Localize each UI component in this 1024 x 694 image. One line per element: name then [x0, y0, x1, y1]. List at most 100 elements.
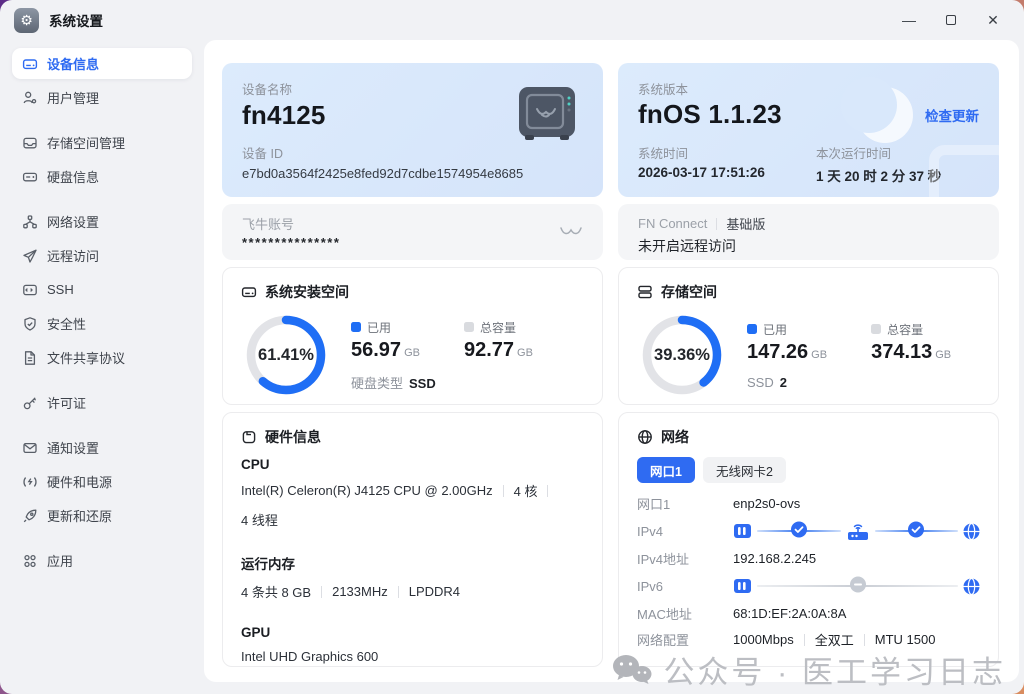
- divider: [716, 218, 717, 230]
- port-label: 网口1: [637, 494, 733, 513]
- mac-label: MAC地址: [637, 604, 733, 623]
- sidebar-item-label: 硬盘信息: [47, 167, 99, 186]
- minimize-button[interactable]: —: [888, 5, 930, 35]
- gear-app-icon: ⚙: [14, 8, 39, 33]
- sidebar-item-label: 设备信息: [47, 54, 99, 73]
- device-icon: [22, 56, 38, 72]
- fn-connect-status: 未开启远程访问: [638, 236, 979, 256]
- background-pattern: [929, 145, 999, 197]
- divider: [864, 634, 865, 646]
- tab-wireless2[interactable]: 无线网卡2: [703, 457, 786, 483]
- gpu-label: GPU: [241, 625, 584, 640]
- mac-value: 68:1D:EF:2A:0A:8A: [733, 606, 980, 621]
- memory-label: 运行内存: [241, 553, 584, 573]
- network-title: 网络: [661, 427, 689, 447]
- sidebar-item-label: 文件共享协议: [47, 348, 125, 367]
- storage-space-percent: 39.36%: [639, 312, 725, 398]
- total-legend: 总容量 92.77GB: [464, 319, 533, 362]
- divider: [547, 485, 548, 497]
- sidebar-item-file-sharing[interactable]: 文件共享协议: [12, 342, 192, 373]
- hardware-card: 硬件信息 CPU Intel(R) Celeron(R) J4125 CPU @…: [222, 412, 603, 667]
- window-controls: — ✕: [888, 5, 1014, 35]
- globe-icon: [637, 429, 653, 445]
- storage-space-card: 存储空间 39.36% 已用 147.26: [618, 267, 999, 405]
- sidebar-item-notifications[interactable]: 通知设置: [12, 432, 192, 463]
- used-swatch: [747, 324, 757, 334]
- system-space-title: 系统安装空间: [265, 282, 349, 302]
- ipv4-addr-label: IPv4地址: [637, 549, 733, 568]
- internet-globe-icon: [963, 523, 980, 540]
- account-card: 飞牛账号 ***************: [222, 204, 603, 260]
- sidebar-item-label: 应用: [47, 551, 73, 570]
- sidebar-item-ssh[interactable]: SSH: [12, 274, 192, 305]
- check-update-link[interactable]: 检查更新: [925, 105, 979, 125]
- network-nodes-icon: [22, 214, 38, 230]
- sidebar-item-storage-management[interactable]: 存储空间管理: [12, 127, 192, 158]
- sidebar-item-disk-info[interactable]: 硬盘信息: [12, 161, 192, 192]
- drive-icon: [241, 284, 257, 300]
- ipv4-addr-value: 192.168.2.245: [733, 551, 980, 566]
- disk-type-note: 硬盘类型SSD: [351, 373, 533, 392]
- sidebar-item-license[interactable]: 许可证: [12, 387, 192, 418]
- ipv4-connectivity-diagram: [733, 520, 980, 542]
- key-icon: [22, 395, 38, 411]
- app-identity: ⚙ 系统设置: [14, 8, 103, 33]
- stacked-drives-icon: [637, 284, 653, 300]
- sidebar-item-device-info[interactable]: 设备信息: [12, 48, 192, 79]
- bull-horns-icon: [559, 226, 583, 238]
- storage-space-donut: 39.36%: [639, 312, 725, 398]
- power-icon: [22, 474, 38, 490]
- tab-port1[interactable]: 网口1: [637, 457, 695, 483]
- check-circle-icon: [790, 521, 807, 538]
- account-value: ***************: [242, 235, 340, 250]
- total-swatch: [871, 324, 881, 334]
- hard-drive-icon: [22, 169, 38, 185]
- sidebar-item-apps[interactable]: 应用: [12, 545, 192, 576]
- sidebar: 设备信息 用户管理 存储空间管理 硬盘信息 网络设置: [0, 40, 204, 694]
- ipv4-label: IPv4: [637, 524, 733, 539]
- check-circle-icon: [908, 521, 925, 538]
- envelope-icon: [22, 440, 38, 456]
- sidebar-item-label: SSH: [47, 282, 74, 297]
- port-value: enp2s0-ovs: [733, 496, 980, 511]
- sidebar-item-security[interactable]: 安全性: [12, 308, 192, 339]
- settings-window: ⚙ 系统设置 — ✕ 设备信息 用户管理 存储空间管理: [0, 0, 1024, 694]
- device-id-value: e7bd0a3564f2425e8fed92d7cdbe1574954e8685: [242, 166, 583, 181]
- chip-icon: [241, 429, 257, 445]
- inbox-icon: [22, 135, 38, 151]
- users-icon: [22, 90, 38, 106]
- sidebar-item-label: 更新和还原: [47, 506, 112, 525]
- fn-connect-badge: 基础版: [726, 214, 765, 233]
- fn-connect-label: FN Connect: [638, 216, 707, 231]
- hardware-title: 硬件信息: [265, 427, 321, 447]
- nas-node-icon: [733, 523, 752, 539]
- nas-device-icon: [515, 85, 581, 143]
- sidebar-item-label: 网络设置: [47, 212, 99, 231]
- fn-connect-card: FN Connect 基础版 未开启远程访问: [618, 204, 999, 260]
- sidebar-item-network-settings[interactable]: 网络设置: [12, 206, 192, 237]
- sidebar-item-label: 硬件和电源: [47, 472, 112, 491]
- sidebar-item-label: 存储空间管理: [47, 133, 125, 152]
- cpu-value: Intel(R) Celeron(R) J4125 CPU @ 2.00GHz …: [241, 481, 584, 529]
- maximize-button[interactable]: [930, 5, 972, 35]
- config-label: 网络配置: [637, 630, 733, 649]
- total-swatch: [464, 322, 474, 332]
- total-legend: 总容量 374.13GB: [871, 321, 951, 364]
- apps-grid-icon: [22, 553, 38, 569]
- device-card: 设备名称 fn4125 设备 ID e7bd0a3564f2425e8fed92…: [222, 63, 603, 197]
- sidebar-item-hardware-power[interactable]: 硬件和电源: [12, 466, 192, 497]
- sidebar-item-user-management[interactable]: 用户管理: [12, 82, 192, 113]
- divider: [321, 586, 322, 598]
- sidebar-item-label: 通知设置: [47, 438, 99, 457]
- sidebar-item-remote-access[interactable]: 远程访问: [12, 240, 192, 271]
- network-card: 网络 网口1 无线网卡2 网口1 enp2s0-ovs IPv4: [618, 412, 999, 667]
- ipv6-connectivity-diagram: [733, 575, 980, 597]
- sidebar-item-label: 安全性: [47, 314, 86, 333]
- titlebar: ⚙ 系统设置 — ✕: [0, 0, 1024, 40]
- close-button[interactable]: ✕: [972, 5, 1014, 35]
- system-time-value: 2026-03-17 17:51:26: [638, 165, 816, 180]
- divider: [398, 586, 399, 598]
- system-space-percent: 61.41%: [243, 312, 329, 398]
- paper-plane-icon: [22, 248, 38, 264]
- sidebar-item-update-restore[interactable]: 更新和还原: [12, 500, 192, 531]
